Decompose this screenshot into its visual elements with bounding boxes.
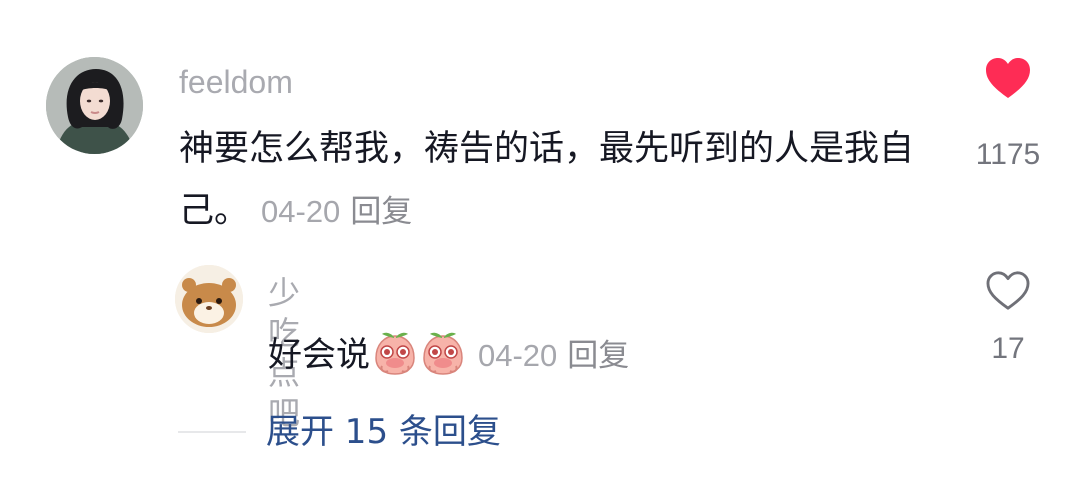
- avatar[interactable]: [46, 57, 143, 154]
- divider: [178, 431, 246, 433]
- comment-date: 04-20: [261, 194, 341, 229]
- reply-date: 04-20: [478, 338, 558, 373]
- username[interactable]: feeldom: [179, 62, 293, 102]
- heart-outline-icon: [986, 271, 1030, 310]
- reply-button[interactable]: 回复: [350, 194, 412, 230]
- peach-pleading-emoji: [423, 332, 463, 375]
- reply-body: 好会说: [268, 335, 370, 375]
- heart-filled-icon: [986, 58, 1030, 98]
- like-count: 17: [991, 332, 1025, 365]
- comment-text: 神要怎么帮我，祷告的话，最先听到的人是我自己。 04-20 回复: [179, 118, 929, 243]
- like-button[interactable]: 17: [960, 270, 1056, 366]
- like-count: 1175: [975, 138, 1041, 171]
- avatar[interactable]: [175, 265, 243, 333]
- hamster-avatar-image: [175, 265, 243, 333]
- reply-text: 好会说 04-20 回复: [268, 330, 629, 380]
- reply-button[interactable]: 回复: [567, 338, 629, 374]
- peach-pleading-emoji: [375, 332, 415, 375]
- expand-replies-button[interactable]: 展开 15 条回复: [266, 410, 501, 454]
- user-photo: [46, 57, 143, 154]
- like-button[interactable]: 1175: [960, 56, 1056, 172]
